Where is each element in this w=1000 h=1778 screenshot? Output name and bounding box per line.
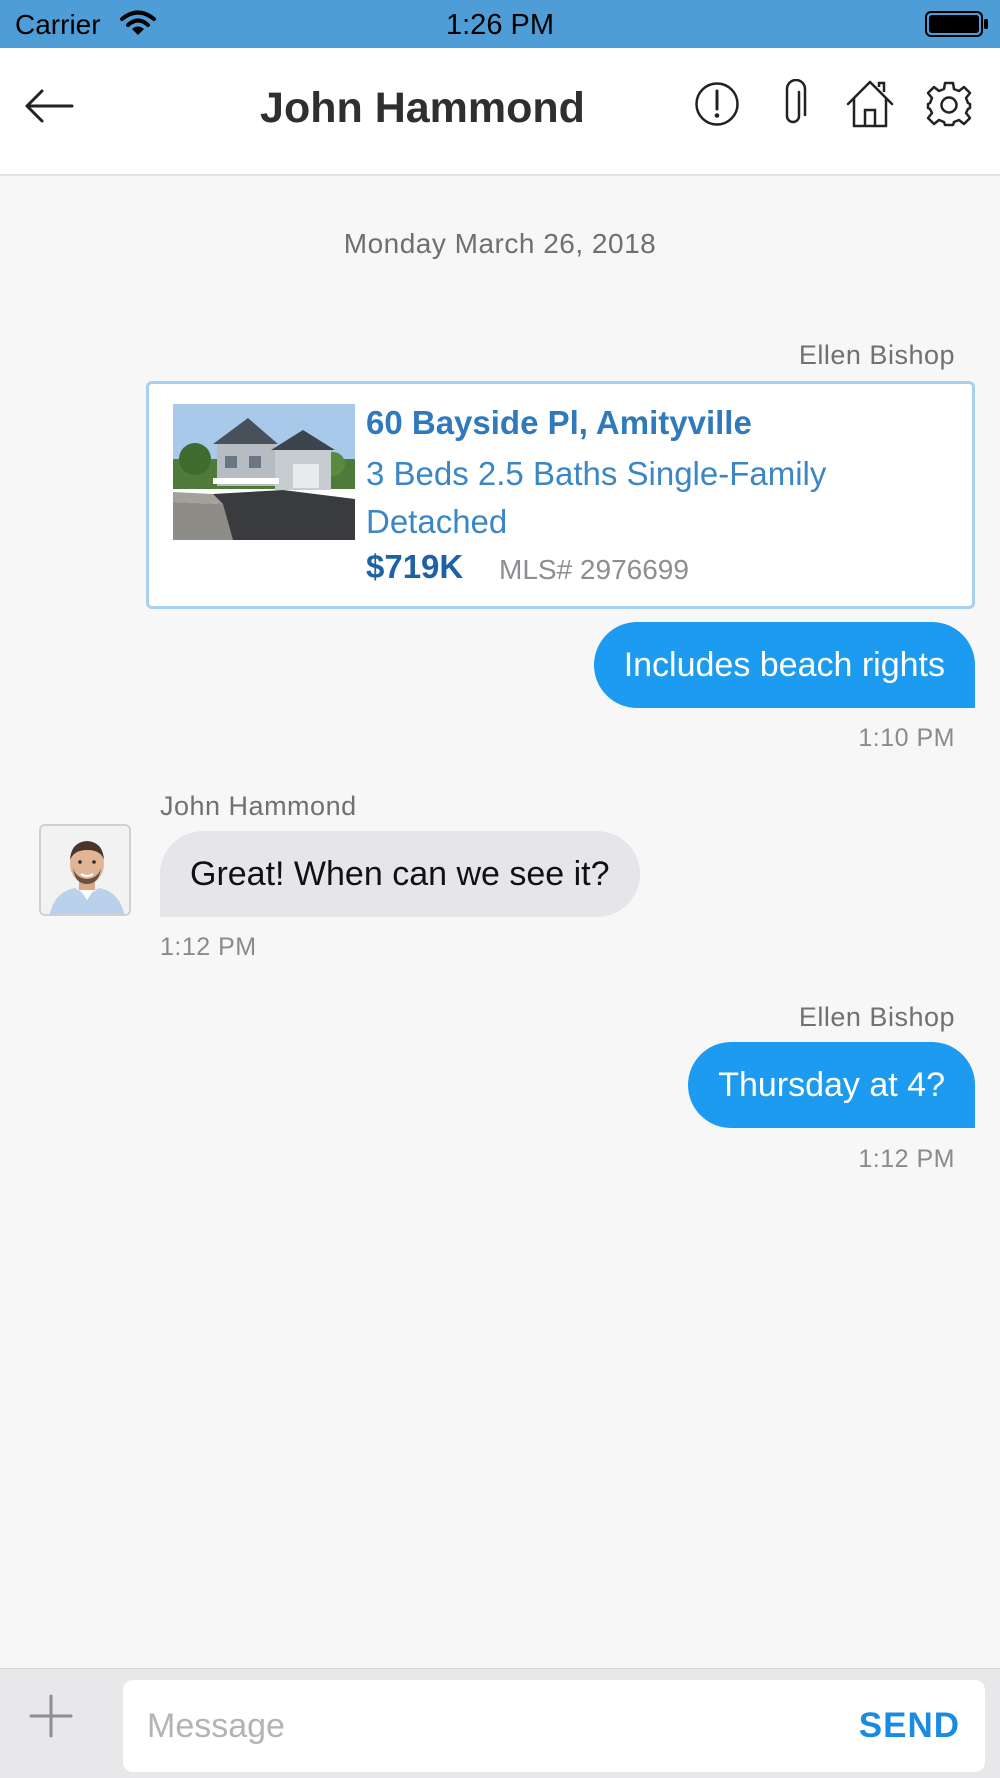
avatar[interactable] — [39, 824, 131, 916]
listing-photo — [173, 404, 355, 540]
message-time: 1:12 PM — [858, 1145, 955, 1173]
gear-icon[interactable] — [925, 80, 973, 133]
message-composer: SEND — [0, 1668, 1000, 1778]
message-bubble-outgoing[interactable]: Thursday at 4? — [688, 1042, 975, 1128]
date-separator: Monday March 26, 2018 — [343, 228, 657, 259]
message-bubble-outgoing[interactable]: Includes beach rights — [593, 622, 975, 708]
message-input[interactable] — [147, 1680, 827, 1772]
battery-icon — [925, 11, 989, 42]
listing-address[interactable]: 60 Bayside Pl, Amityville — [366, 404, 752, 442]
sender-name: Ellen Bishop — [798, 1002, 955, 1032]
listing-card[interactable]: 60 Bayside Pl, Amityville 3 Beds 2.5 Bat… — [146, 381, 975, 609]
message-bubble-incoming[interactable]: Great! When can we see it? — [160, 831, 640, 917]
alert-icon[interactable] — [694, 81, 740, 132]
message-time: 1:12 PM — [160, 933, 257, 961]
home-icon[interactable] — [845, 78, 895, 135]
message-field-container: SEND — [123, 1680, 985, 1772]
status-bar: Carrier 1:26 PM — [0, 0, 1000, 48]
sender-name: John Hammond — [160, 791, 357, 821]
status-time: 1:26 PM — [446, 9, 554, 41]
listing-mls: MLS# 2976699 — [499, 554, 689, 585]
chat-header: John Hammond — [0, 48, 1000, 176]
message-time: 1:10 PM — [858, 724, 955, 752]
listing-details: 3 Beds 2.5 Baths Single-Family Detached — [366, 455, 827, 540]
paperclip-icon[interactable] — [776, 78, 810, 134]
listing-price: $719K — [366, 548, 464, 585]
send-button[interactable]: SEND — [859, 1706, 960, 1746]
plus-icon[interactable] — [28, 1693, 74, 1744]
sender-name: Ellen Bishop — [798, 340, 955, 370]
